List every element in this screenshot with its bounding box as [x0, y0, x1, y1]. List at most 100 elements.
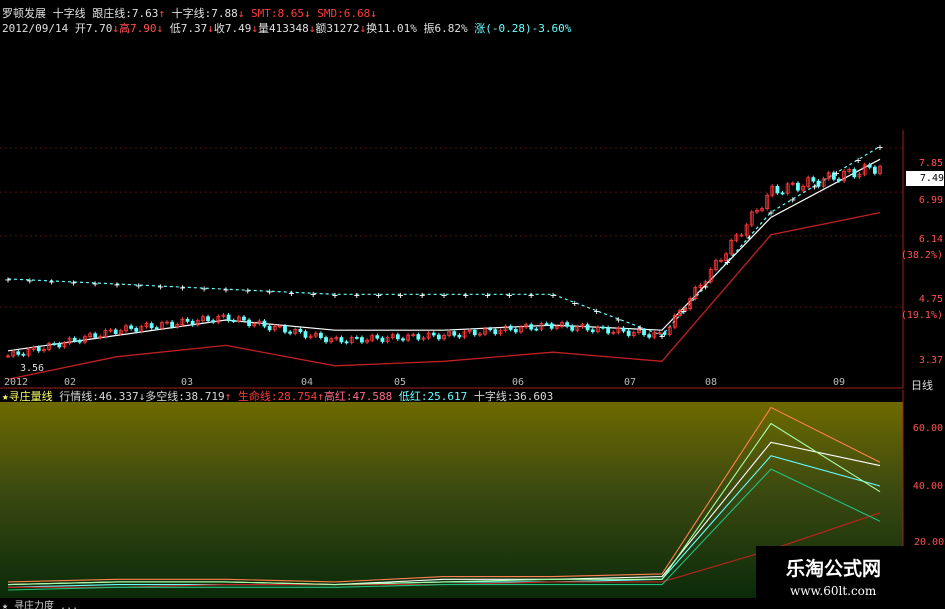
- dh-value: 25.617: [427, 390, 468, 403]
- candle-body: [185, 318, 190, 322]
- candle-body: [606, 327, 611, 334]
- candle-body: [190, 320, 195, 326]
- candle-body: [872, 166, 877, 174]
- month-label: 07: [624, 377, 637, 388]
- cross-mark: +: [376, 290, 382, 301]
- sub-indicator-header: ★寻庄量线 行情线:46.337↓多空线:38.719↑ 生命线:28.754↑…: [2, 390, 554, 403]
- candle-body: [52, 343, 57, 346]
- candle-body: [416, 334, 421, 340]
- candle-body: [570, 325, 575, 331]
- tick-3.37: 3.37: [918, 355, 943, 366]
- candle-body: [775, 185, 780, 194]
- cross-mark: +: [158, 282, 164, 293]
- candle-body: [534, 328, 539, 331]
- candle-body: [513, 329, 518, 333]
- sub-tick-40: 40.00: [912, 481, 943, 492]
- candle-body: [344, 341, 349, 344]
- cross-mark: +: [637, 323, 643, 334]
- brand-watermark: 乐淘公式网 www.60lt.com: [756, 546, 945, 609]
- current-price-tag: 7.49: [906, 171, 944, 186]
- candle-body: [780, 192, 785, 195]
- cross-mark: +: [463, 290, 469, 301]
- cross-mark: +: [92, 279, 98, 290]
- cross-mark: +: [724, 257, 730, 268]
- candle-body: [339, 337, 344, 343]
- cross-mark: +: [419, 290, 425, 301]
- month-label: 08: [705, 377, 718, 388]
- candle-body: [72, 337, 77, 341]
- candle-body: [129, 325, 134, 329]
- candle-body: [354, 337, 359, 339]
- candle-body: [21, 353, 26, 356]
- cross-mark: +: [310, 289, 316, 300]
- cross-mark: +: [354, 290, 360, 301]
- month-label: 2012: [4, 377, 29, 388]
- candle-body: [380, 337, 385, 342]
- sub-sz-label: 十字线:: [473, 390, 514, 403]
- candle-body: [508, 325, 513, 330]
- candle-body: [318, 332, 323, 339]
- tick-19pct: (19.1%): [900, 310, 943, 321]
- cross-mark: +: [703, 282, 709, 293]
- month-label: 09: [833, 377, 846, 388]
- cross-line-marks: + + + + + + + + + + + + + + + + + + + + + + + + + + + + + + + + + + + + + + + +…: [5, 142, 883, 342]
- candle-body: [283, 325, 287, 333]
- cross-mark: +: [49, 277, 55, 288]
- candle-body: [113, 329, 118, 334]
- sub-tick-60: 60.00: [912, 423, 943, 434]
- candle-body: [590, 329, 595, 333]
- series-line-0: [7, 158, 881, 352]
- candle-body: [16, 351, 21, 355]
- tick-6.99: 6.99: [918, 195, 943, 206]
- candle-body: [796, 182, 800, 191]
- candle-body: [431, 332, 436, 336]
- hq-label: 行情线:: [59, 390, 99, 403]
- cross-mark: +: [812, 182, 818, 193]
- cross-mark: +: [528, 290, 534, 301]
- candle-body: [549, 323, 554, 329]
- cross-mark: +: [768, 208, 774, 219]
- dk-label: 多空线:: [145, 390, 185, 403]
- month-label: 03: [181, 377, 194, 388]
- candle-body: [324, 337, 328, 343]
- cross-mark: +: [70, 278, 76, 289]
- cross-mark: +: [550, 290, 556, 301]
- timeframe-label[interactable]: 日线: [911, 377, 933, 393]
- tick-38pct: (38.2%): [900, 250, 943, 261]
- candle-body: [852, 169, 857, 178]
- gh-label: 高红:: [323, 390, 353, 403]
- candle-body: [621, 327, 626, 332]
- cross-mark: +: [681, 307, 687, 318]
- cross-mark: +: [877, 142, 883, 153]
- bottom-indicator-row: ★ 寻庄力度 ...: [2, 601, 79, 609]
- candle-body: [472, 329, 477, 336]
- cross-mark: +: [288, 288, 294, 299]
- cross-mark: +: [245, 286, 251, 297]
- cross-mark: +: [27, 276, 33, 287]
- candle-body: [57, 343, 62, 348]
- tick-7.85: 7.85: [918, 158, 943, 169]
- candle-body: [226, 314, 231, 321]
- candle-body: [457, 334, 462, 338]
- candle-body: [298, 329, 303, 333]
- low-price-label: 3.56: [20, 363, 45, 374]
- dk-value: 38.719: [184, 390, 225, 403]
- candle-body: [395, 334, 400, 340]
- candle-body: [206, 316, 210, 322]
- candle-body: [262, 320, 267, 327]
- cross-mark: +: [833, 169, 839, 180]
- candle-body: [231, 320, 236, 322]
- candle-body: [242, 316, 246, 321]
- sm-value: 28.754: [277, 390, 318, 403]
- cross-mark: +: [267, 287, 273, 298]
- cross-mark: +: [223, 285, 229, 296]
- candle-body: [452, 331, 457, 336]
- brand-url: www.60lt.com: [790, 584, 877, 598]
- candle-body: [488, 328, 493, 331]
- candle-body: [529, 324, 534, 330]
- candle-body: [36, 347, 41, 352]
- cross-mark: +: [179, 283, 185, 294]
- cross-mark: +: [5, 275, 11, 286]
- cross-mark: +: [485, 290, 491, 301]
- cross-mark: +: [136, 281, 142, 292]
